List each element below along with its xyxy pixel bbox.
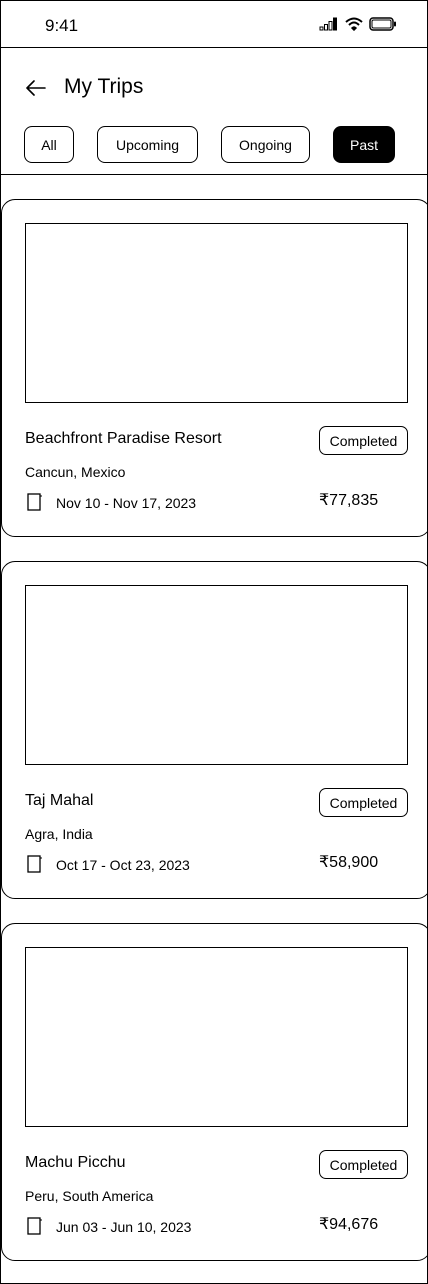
back-button[interactable] — [23, 75, 49, 101]
trip-name: Beachfront Paradise Resort — [25, 430, 222, 447]
signal-icon — [319, 17, 339, 36]
trip-dates: Nov 10 - Nov 17, 2023 — [56, 495, 197, 511]
trip-price: ₹77,835 — [319, 492, 379, 509]
status-icons — [319, 17, 397, 36]
trip-location: Cancun, Mexico — [25, 464, 126, 480]
trip-price: ₹58,900 — [319, 854, 379, 871]
trip-image-placeholder — [25, 223, 408, 403]
page-title: My Trips — [64, 75, 144, 98]
tab-ongoing[interactable]: Ongoing — [221, 126, 310, 163]
trip-name: Machu Picchu — [25, 1154, 126, 1171]
trip-dates: Jun 03 - Jun 10, 2023 — [56, 1219, 192, 1235]
trip-image-placeholder — [25, 585, 408, 765]
calendar-icon — [27, 493, 42, 511]
trip-location: Agra, India — [25, 826, 93, 842]
arrow-left-icon — [26, 80, 46, 96]
calendar-icon — [27, 855, 42, 873]
wifi-icon — [345, 17, 363, 36]
tab-all[interactable]: All — [24, 126, 74, 163]
header: My Trips All Upcoming Ongoing Past — [1, 49, 427, 175]
trip-image-placeholder — [25, 947, 408, 1127]
trip-dates: Oct 17 - Oct 23, 2023 — [56, 857, 190, 873]
app-screen: 9:41 My Trips All Upcoming Ongoing Past … — [0, 0, 428, 1284]
tab-past[interactable]: Past — [333, 126, 395, 163]
status-badge: Completed — [319, 788, 408, 817]
trip-card[interactable]: Machu Picchu Completed Peru, South Ameri… — [1, 923, 427, 1261]
status-badge: Completed — [319, 426, 408, 455]
status-badge: Completed — [319, 1150, 408, 1179]
trip-card[interactable]: Beachfront Paradise Resort Completed Can… — [1, 199, 427, 537]
calendar-icon — [27, 1217, 42, 1235]
trip-price: ₹94,676 — [319, 1216, 379, 1233]
trip-name: Taj Mahal — [25, 792, 94, 809]
status-bar: 9:41 — [1, 1, 427, 48]
tab-upcoming[interactable]: Upcoming — [97, 126, 198, 163]
battery-icon — [369, 17, 397, 36]
status-time: 9:41 — [45, 16, 79, 35]
trip-card[interactable]: Taj Mahal Completed Agra, India Oct 17 -… — [1, 561, 427, 899]
trip-location: Peru, South America — [25, 1188, 154, 1204]
